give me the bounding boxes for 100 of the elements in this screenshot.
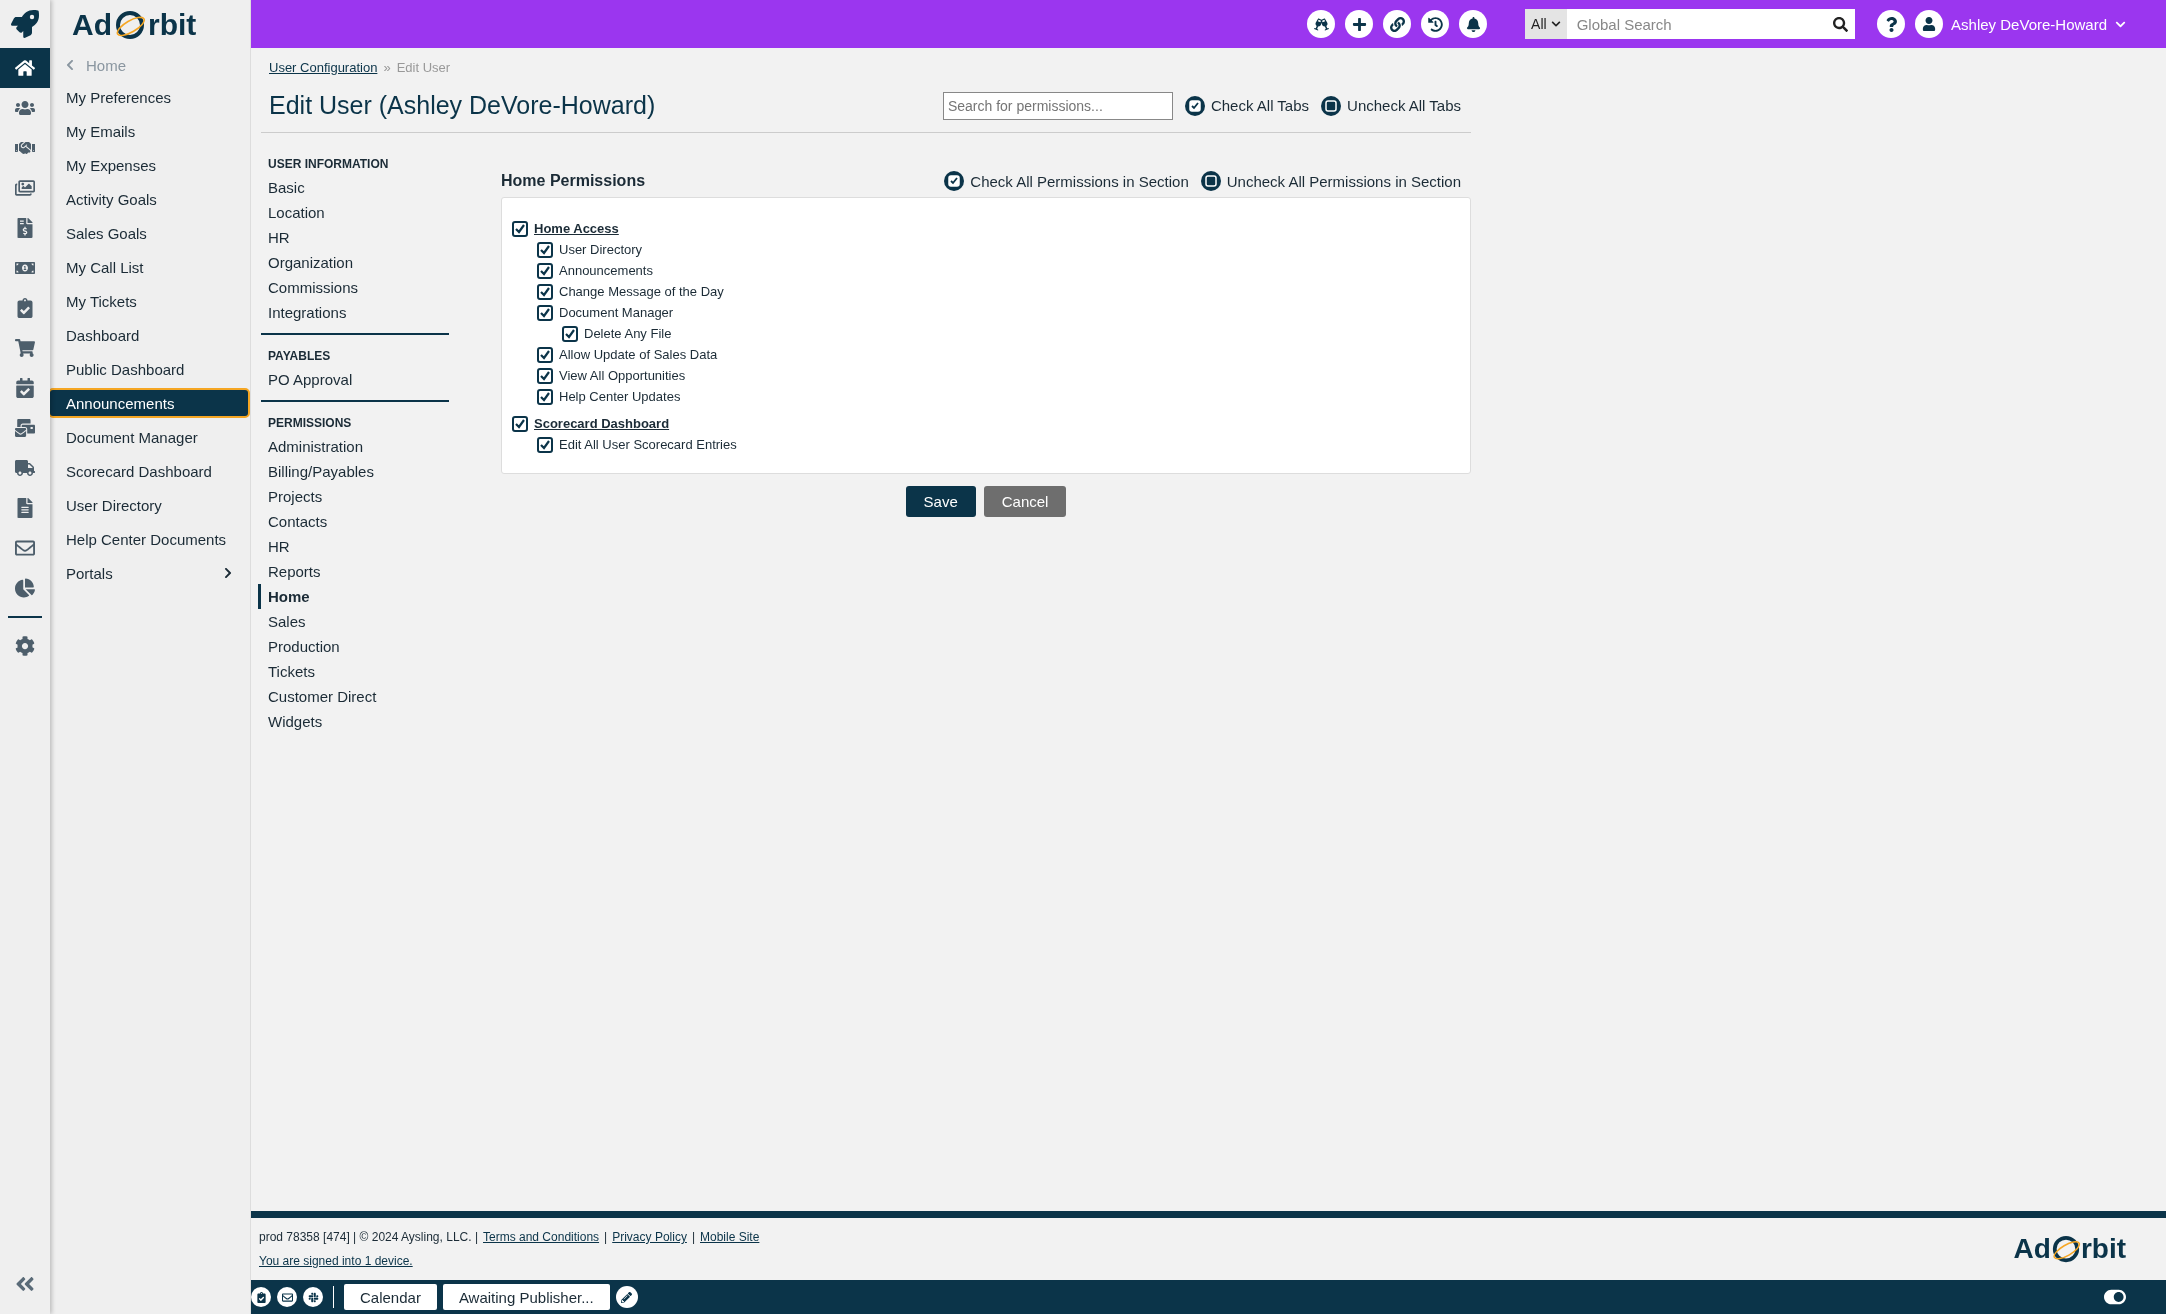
chevron-icon xyxy=(222,567,234,579)
nav-section-title: PERMISSIONS xyxy=(267,416,353,430)
document-icon[interactable] xyxy=(15,498,35,518)
nav-item[interactable]: Administration xyxy=(258,434,449,459)
checkbox[interactable] xyxy=(562,325,578,342)
plus-icon[interactable] xyxy=(1345,10,1374,38)
nav-item[interactable]: HR xyxy=(258,534,449,559)
sidebar-item[interactable]: My Expenses xyxy=(48,150,250,180)
global-search-field[interactable]: All Global Search xyxy=(1525,9,1856,39)
nav-item[interactable]: Home xyxy=(258,584,449,609)
permission-search-field[interactable]: Search for permissions... xyxy=(942,91,1173,120)
nav-item[interactable]: Reports xyxy=(258,559,449,584)
nav-item[interactable]: HR xyxy=(258,225,449,250)
nav-item[interactable]: Integrations xyxy=(258,300,449,325)
nav-item[interactable]: PO Approval xyxy=(258,367,449,392)
slack-icon[interactable] xyxy=(303,1287,323,1307)
history-icon[interactable] xyxy=(1421,10,1450,38)
help-icon[interactable] xyxy=(1877,10,1906,38)
checkbox[interactable] xyxy=(537,367,553,384)
checkbox[interactable] xyxy=(537,304,553,321)
save-button[interactable]: Save xyxy=(905,486,976,517)
footer-info: prod 78358 [474] | © 2024 Aysling, LLC. | xyxy=(259,1230,478,1244)
nav-item[interactable]: Billing/Payables xyxy=(258,459,449,484)
nav-item[interactable]: Tickets xyxy=(258,659,449,684)
page-title: Edit User (Ashley DeVore-Howard) xyxy=(269,91,656,120)
checkbox[interactable] xyxy=(512,220,528,237)
breadcrumb-link[interactable]: User Configuration xyxy=(269,60,378,75)
check-all-button[interactable]: Check All Tabs xyxy=(1184,95,1310,116)
footer-link[interactable]: Privacy Policy xyxy=(612,1230,687,1244)
checkbox[interactable] xyxy=(537,283,553,300)
sidebar-item[interactable]: Help Center Documents xyxy=(48,524,250,554)
uncheck-all-button[interactable]: Uncheck All Tabs xyxy=(1321,95,1461,116)
footer-link[interactable]: Terms and Conditions xyxy=(483,1230,600,1244)
mailbox-icon[interactable] xyxy=(15,418,35,438)
nav-item[interactable]: Organization xyxy=(258,250,449,275)
checkbox[interactable] xyxy=(512,415,528,432)
calendar-icon[interactable] xyxy=(15,378,35,398)
unchecked-icon xyxy=(1321,95,1342,116)
checkbox[interactable] xyxy=(537,436,553,453)
link-icon[interactable] xyxy=(1383,10,1412,38)
checkbox[interactable] xyxy=(537,262,553,279)
sidebar-item[interactable]: User Directory xyxy=(48,490,250,520)
cancel-button[interactable]: Cancel xyxy=(983,486,1067,517)
sidebar-item[interactable]: My Call List xyxy=(48,252,250,282)
sidebar-item[interactable]: Portals xyxy=(48,558,250,588)
nav-item[interactable]: Location xyxy=(258,200,449,225)
nav-item[interactable]: Basic xyxy=(258,175,449,200)
nav-item[interactable]: Contacts xyxy=(258,509,449,534)
sidebar-item[interactable]: My Emails xyxy=(48,116,250,146)
people-icon[interactable] xyxy=(15,98,35,118)
sidebar-item[interactable]: My Preferences xyxy=(48,82,250,112)
permission-label: Help Center Updates xyxy=(559,389,681,404)
sidebar-item[interactable]: Announcements xyxy=(48,388,250,418)
footer-separator: | xyxy=(604,1230,608,1244)
pencil-icon[interactable] xyxy=(615,1286,638,1308)
taskbar-tab[interactable]: Calendar xyxy=(344,1284,437,1310)
nav-item[interactable]: Sales xyxy=(258,609,449,634)
cart-icon[interactable] xyxy=(15,338,35,358)
pie-chart-icon[interactable] xyxy=(15,578,35,598)
sidebar-item[interactable]: Document Manager xyxy=(48,422,250,452)
clipboard-icon[interactable] xyxy=(15,298,35,318)
footer-link[interactable]: Mobile Site xyxy=(700,1230,760,1244)
nav-item[interactable]: Widgets xyxy=(258,709,449,734)
sidebar-item[interactable]: Dashboard xyxy=(48,320,250,350)
checkbox[interactable] xyxy=(537,241,553,258)
sidebar-item[interactable]: My Tickets xyxy=(48,286,250,316)
mail-icon[interactable] xyxy=(277,1287,297,1307)
sidebar-item[interactable]: Scorecard Dashboard xyxy=(48,456,250,486)
rocket-icon[interactable] xyxy=(11,10,39,38)
settings-icon[interactable] xyxy=(15,636,35,656)
invoice-icon[interactable] xyxy=(15,218,35,238)
rail-button[interactable] xyxy=(0,48,50,88)
checkbox[interactable] xyxy=(537,346,553,363)
scope-select[interactable]: All xyxy=(1525,9,1567,39)
home-icon[interactable] xyxy=(15,58,35,78)
sidebar-item[interactable]: Public Dashboard xyxy=(48,354,250,384)
pictures-icon[interactable] xyxy=(15,178,35,198)
nav-item[interactable]: Production xyxy=(258,634,449,659)
check-all-button[interactable]: Check All Permissions in Section xyxy=(944,171,1189,191)
user-name[interactable]: Ashley DeVore-Howard xyxy=(1951,15,2107,33)
sidebar-item[interactable]: Activity Goals xyxy=(48,184,250,214)
orbit-logo-icon xyxy=(114,9,146,41)
nav-item[interactable]: Projects xyxy=(258,484,449,509)
logo-text: Ad xyxy=(72,8,112,42)
nav-item[interactable]: Customer Direct xyxy=(258,684,449,709)
nav-item[interactable]: Commissions xyxy=(258,275,449,300)
signed-in-link[interactable]: You are signed into 1 device. xyxy=(259,1254,413,1268)
uncheck-all-button[interactable]: Uncheck All Permissions in Section xyxy=(1200,171,1461,191)
chevron-icon xyxy=(1550,19,1561,29)
search-icon[interactable] xyxy=(1832,16,1848,32)
logo-text: Ad xyxy=(2013,1233,2051,1265)
checkbox[interactable] xyxy=(537,388,553,405)
unchecked-icon xyxy=(1200,171,1221,191)
checked-icon xyxy=(944,171,965,191)
envelope-icon[interactable] xyxy=(15,538,35,558)
truck-icon[interactable] xyxy=(15,458,35,478)
permission-label: Edit All User Scorecard Entries xyxy=(559,437,737,452)
taskbar-tab[interactable]: Awaiting Publisher... xyxy=(442,1284,610,1310)
sidebar-item[interactable]: Sales Goals xyxy=(48,218,250,248)
bell-icon[interactable] xyxy=(1459,10,1488,38)
